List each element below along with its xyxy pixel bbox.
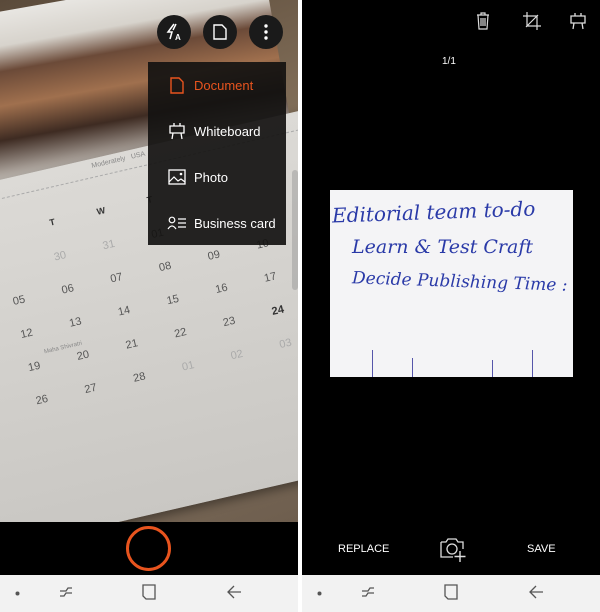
delete-icon[interactable] bbox=[476, 12, 490, 30]
menu-item-label: Photo bbox=[194, 169, 228, 185]
crop-icon[interactable] bbox=[523, 12, 541, 30]
menu-item-label: Whiteboard bbox=[194, 123, 261, 139]
note-line: Learn & Test Craft bbox=[352, 236, 533, 258]
recent-apps-icon[interactable] bbox=[360, 584, 376, 600]
business-card-icon bbox=[167, 216, 186, 230]
menu-item-label: Business card bbox=[194, 215, 276, 231]
camera-add-icon[interactable] bbox=[439, 537, 467, 563]
dot-icon bbox=[15, 591, 20, 596]
replace-button[interactable]: REPLACE bbox=[338, 543, 389, 555]
more-vertical-icon bbox=[264, 24, 268, 40]
preview-screen: 1/1 Editorial team to-do Learn & Test Cr… bbox=[302, 0, 600, 612]
mode-button[interactable] bbox=[203, 15, 237, 49]
whiteboard-icon[interactable] bbox=[569, 12, 587, 30]
dot-icon bbox=[317, 591, 322, 596]
save-button[interactable]: SAVE bbox=[527, 543, 556, 555]
menu-item-business-card[interactable]: Business card bbox=[148, 203, 286, 243]
flash-auto-button[interactable]: A bbox=[157, 15, 191, 49]
system-navbar bbox=[302, 575, 600, 612]
back-icon[interactable] bbox=[528, 584, 544, 600]
document-icon bbox=[213, 24, 227, 40]
shutter-button[interactable] bbox=[126, 526, 171, 571]
more-options-button[interactable] bbox=[249, 15, 283, 49]
scanned-document-preview[interactable]: Editorial team to-do Learn & Test Craft … bbox=[330, 190, 573, 377]
document-icon bbox=[170, 76, 184, 94]
svg-text:A: A bbox=[175, 33, 181, 41]
camera-screen: Moderately USA TWT3031010506070809101213… bbox=[0, 0, 298, 612]
photo-icon bbox=[168, 169, 186, 185]
mode-menu: Document Whiteboard Photo Business card bbox=[148, 62, 286, 245]
home-icon[interactable] bbox=[142, 584, 156, 600]
note-line: Editorial team to-do bbox=[331, 196, 536, 228]
flash-auto-icon: A bbox=[166, 23, 181, 41]
note-line: Decide Publishing Time : bbox=[351, 268, 568, 296]
menu-item-label: Document bbox=[194, 77, 254, 93]
menu-item-photo[interactable]: Photo bbox=[148, 157, 286, 197]
recent-apps-icon[interactable] bbox=[58, 584, 74, 600]
page-indicator: 1/1 bbox=[442, 56, 456, 67]
menu-item-document[interactable]: Document bbox=[148, 65, 286, 105]
whiteboard-icon bbox=[169, 123, 185, 140]
menu-item-whiteboard[interactable]: Whiteboard bbox=[148, 111, 286, 151]
system-navbar bbox=[0, 575, 298, 612]
back-icon[interactable] bbox=[226, 584, 242, 600]
home-icon[interactable] bbox=[444, 584, 458, 600]
